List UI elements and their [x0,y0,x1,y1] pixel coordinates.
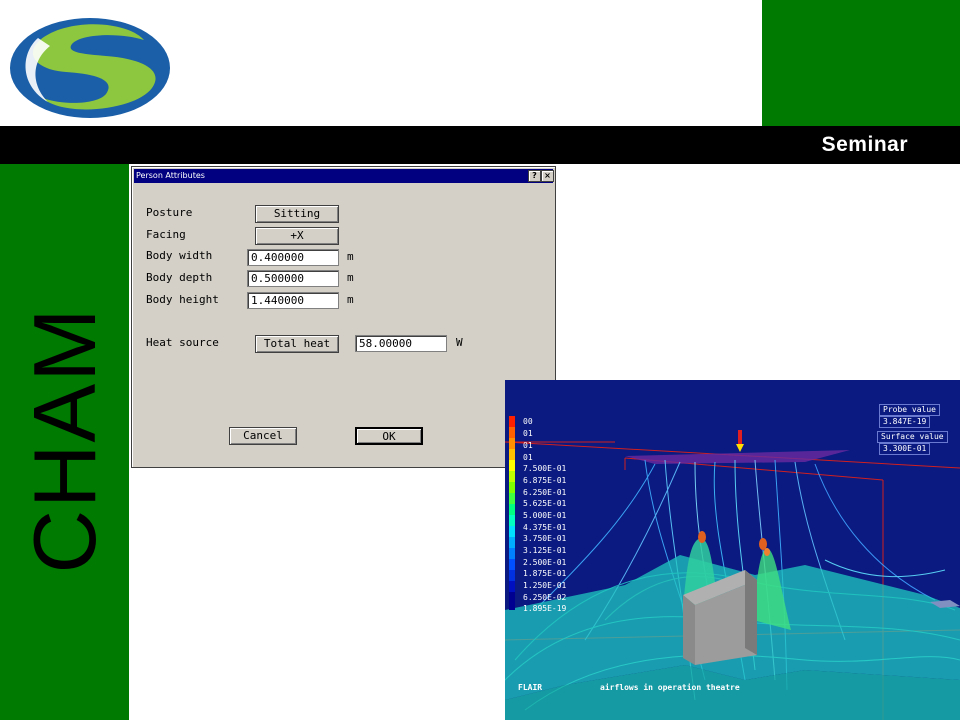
body-depth-label: Body depth [146,271,213,284]
scale-label: 3.750E-01 [523,534,567,543]
close-icon[interactable]: × [541,170,554,182]
flair-caption: FLAIR [518,683,543,692]
body-height-unit: m [347,293,354,306]
scale-label: 01 [523,429,533,438]
cham-logo-icon [10,18,170,118]
scale-label: 2.500E-01 [523,558,567,567]
body-width-field[interactable]: 0.400000 [247,249,339,266]
surface-value-title: Surface value [877,431,948,443]
scale-label: 7.500E-01 [523,464,567,473]
body-height-label: Body height [146,293,219,306]
title-band [0,126,960,164]
scene-caption: airflows in operation theatre [600,683,740,692]
body-height-field[interactable]: 1.440000 [247,292,339,309]
scale-label: 6.250E-02 [523,593,567,602]
scale-label: 5.000E-01 [523,511,567,520]
vertical-brand-text: CHAM [15,306,114,574]
heat-unit: W [456,336,463,349]
scale-label: 6.875E-01 [523,476,567,485]
scale-label: 5.625E-01 [523,499,567,508]
facing-button[interactable]: +X [255,227,339,245]
scale-label: 01 [523,441,533,450]
dialog-titlebar[interactable]: Person Attributes [134,169,553,183]
surface-value: 3.300E-01 [879,443,931,455]
heat-value-field[interactable]: 58.00000 [355,335,447,352]
body-width-label: Body width [146,249,213,262]
scale-label: 00 [523,417,533,426]
slide-title: Seminar [821,133,908,156]
scale-label: 4.375E-01 [523,523,567,532]
probe-value-title: Probe value [879,404,940,416]
posture-label: Posture [146,206,193,219]
body-depth-field[interactable]: 0.500000 [247,270,339,287]
scale-label: 6.250E-01 [523,488,567,497]
heat-source-label: Heat source [146,336,219,349]
header-green-block [762,0,960,126]
posture-button[interactable]: Sitting [255,205,339,223]
cancel-button[interactable]: Cancel [229,427,297,445]
scale-label: 3.125E-01 [523,546,567,555]
ok-button[interactable]: OK [355,427,423,445]
scale-label: 1.875E-01 [523,569,567,578]
scale-label: 1.895E-19 [523,604,567,613]
body-width-unit: m [347,250,354,263]
airflow-visualization: 00 01 01 01 7.500E-01 6.875E-01 6.250E-0… [505,380,960,720]
scale-label: 01 [523,453,533,462]
probe-value: 3.847E-19 [879,416,931,428]
scale-label: 1.250E-01 [523,581,567,590]
body-depth-unit: m [347,271,354,284]
dialog-title: Person Attributes [136,171,205,180]
facing-label: Facing [146,228,186,241]
help-icon[interactable]: ? [528,170,541,182]
heat-source-button[interactable]: Total heat [255,335,339,353]
person-attributes-dialog: Person Attributes ? × Posture Sitting Fa… [131,166,556,468]
